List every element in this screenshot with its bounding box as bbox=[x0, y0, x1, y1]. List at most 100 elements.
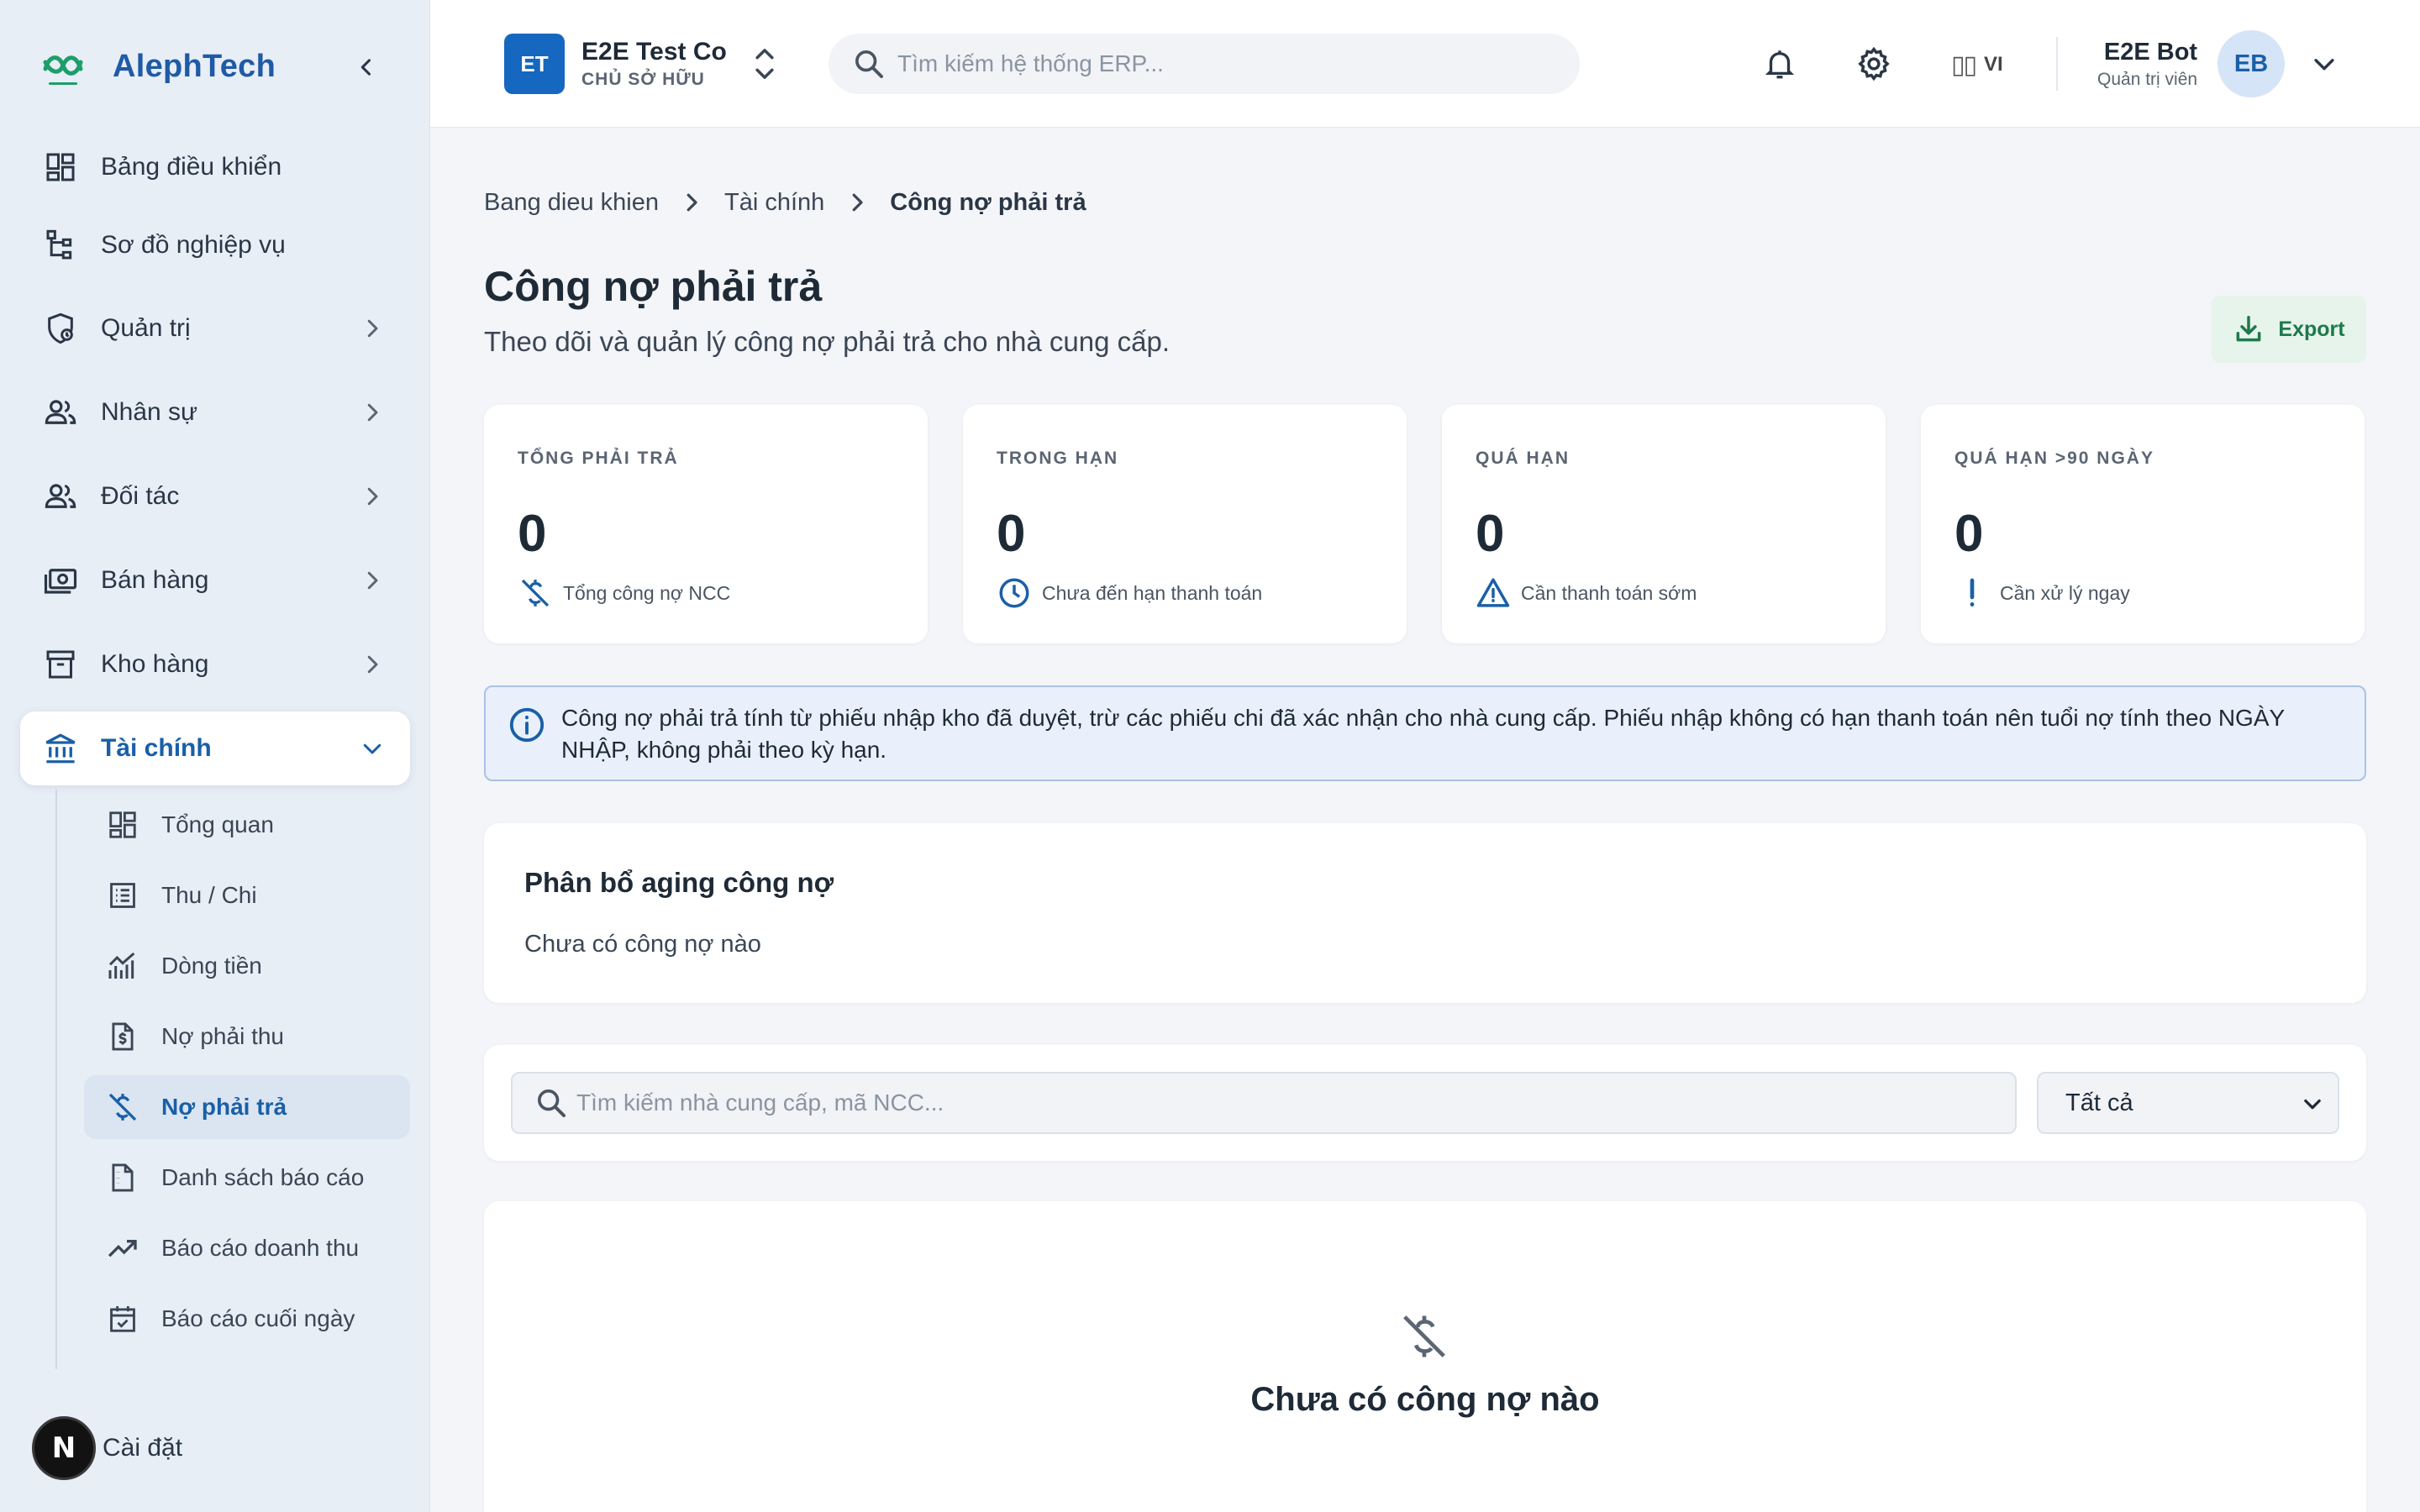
chevron-right-icon bbox=[852, 193, 863, 212]
stat-card-total-payable: TỔNG PHẢI TRẢ 0 Tổng công nợ NCC bbox=[484, 405, 928, 643]
export-label: Export bbox=[2278, 317, 2345, 341]
sidebar-subitem-overview[interactable]: Tổng quan bbox=[84, 793, 410, 857]
chevron-right-icon bbox=[367, 403, 378, 422]
page-title: Công nợ phải trả bbox=[484, 263, 823, 310]
bell-icon bbox=[1765, 50, 1795, 79]
money-off-icon bbox=[104, 1089, 141, 1126]
empty-state-title: Chưa có công nợ nào bbox=[1250, 1381, 1600, 1418]
sidebar-item-label: Bảng điều khiển bbox=[101, 153, 282, 181]
search-icon bbox=[855, 50, 883, 78]
gear-icon bbox=[1858, 46, 1890, 81]
trending-up-icon bbox=[104, 1230, 141, 1267]
sidebar-item-label: Kho hàng bbox=[101, 650, 209, 678]
stat-value: 0 bbox=[1954, 505, 1984, 563]
sidebar-item-label: Tài chính bbox=[101, 734, 212, 762]
stat-card-in-term: TRONG HẠN 0 Chưa đến hạn thanh toán bbox=[963, 405, 1407, 643]
archive-icon bbox=[40, 644, 81, 685]
supplier-search[interactable] bbox=[511, 1072, 2017, 1134]
breadcrumb: Bang dieu khien Tài chính Công nợ phải t… bbox=[484, 183, 1086, 222]
stat-label: TỔNG PHẢI TRẢ bbox=[518, 449, 679, 468]
bank-icon bbox=[40, 728, 81, 769]
sidebar-subitem-label: Báo cáo doanh thu bbox=[161, 1235, 360, 1261]
language-switcher[interactable]: ▯▯ VI bbox=[1951, 45, 2003, 84]
sidebar-subitem-receivables[interactable]: Nợ phải thu bbox=[84, 1005, 410, 1068]
company-switcher[interactable]: ET E2E Test Co CHỦ SỞ HỮU bbox=[504, 34, 777, 94]
sidebar-settings[interactable]: N Cài đặt bbox=[32, 1416, 182, 1480]
empty-state-card: Chưa có công nợ nào bbox=[484, 1201, 2366, 1512]
sidebar-item-dashboard[interactable]: Bảng điều khiển bbox=[20, 130, 410, 204]
stat-card-overdue-90: QUÁ HẠN >90 NGÀY 0 Cần xử lý ngay bbox=[1921, 405, 2365, 643]
sidebar-item-label: Sơ đồ nghiệp vụ bbox=[101, 231, 286, 259]
global-search[interactable] bbox=[829, 34, 1580, 94]
sidebar-item-business-map[interactable]: Sơ đồ nghiệp vụ bbox=[20, 208, 410, 282]
user-menu[interactable]: E2E Bot Quản trị viên EB bbox=[2097, 30, 2338, 97]
exclamation-icon bbox=[1954, 575, 1990, 611]
company-name: E2E Test Co bbox=[581, 38, 727, 66]
status-select[interactable]: Tất cả bbox=[2037, 1072, 2339, 1134]
stat-note: Tổng công nợ NCC bbox=[563, 581, 731, 604]
warning-icon bbox=[1476, 575, 1511, 611]
user-role: Quản trị viên bbox=[2097, 69, 2198, 89]
info-text: Công nợ phải trả tính từ phiếu nhập kho … bbox=[561, 705, 2285, 763]
collapse-sidebar-button[interactable] bbox=[350, 47, 383, 87]
brand[interactable]: AlephTech bbox=[40, 40, 276, 92]
chevron-left-icon bbox=[360, 59, 371, 76]
admin-shield-icon bbox=[40, 308, 81, 349]
sidebar-subitem-payables[interactable]: Nợ phải trả bbox=[84, 1075, 410, 1139]
alephtech-logo-icon bbox=[43, 55, 83, 85]
supplier-search-input[interactable] bbox=[576, 1089, 1988, 1116]
partners-icon bbox=[40, 476, 81, 517]
sidebar-subitem-label: Thu / Chi bbox=[161, 882, 257, 908]
sidebar-item-warehouse[interactable]: Kho hàng bbox=[20, 627, 410, 701]
sidebar-item-label: Nhân sự bbox=[101, 398, 198, 426]
sidebar-item-label: Bán hàng bbox=[101, 566, 209, 594]
chevron-right-icon bbox=[367, 655, 378, 674]
breadcrumb-link-dashboard[interactable]: Bang dieu khien bbox=[484, 189, 659, 217]
user-name: E2E Bot bbox=[2103, 38, 2198, 66]
report-icon bbox=[104, 1159, 141, 1196]
chevron-right-icon bbox=[367, 319, 378, 338]
chevron-right-icon bbox=[367, 487, 378, 506]
global-search-input[interactable] bbox=[897, 50, 1553, 77]
sidebar-subitem-label: Nợ phải trả bbox=[161, 1094, 287, 1120]
search-icon bbox=[538, 1089, 566, 1117]
download-icon bbox=[2236, 316, 2261, 342]
ledger-icon bbox=[104, 877, 141, 914]
status-select-value: Tất cả bbox=[2065, 1089, 2133, 1116]
sidebar-subitem-label: Tổng quan bbox=[161, 811, 274, 837]
chart-line-icon bbox=[104, 948, 141, 984]
calendar-check-icon bbox=[104, 1300, 141, 1337]
export-button[interactable]: Export bbox=[2212, 296, 2366, 363]
sidebar-item-partners[interactable]: Đối tác bbox=[20, 459, 410, 533]
sidebar-subitem-revenue-report[interactable]: Báo cáo doanh thu bbox=[84, 1216, 410, 1280]
chevron-down-icon bbox=[2304, 1099, 2321, 1110]
brand-name: AlephTech bbox=[113, 48, 276, 84]
stat-card-overdue: QUÁ HẠN 0 Cần thanh toán sớm bbox=[1442, 405, 1886, 643]
app-badge[interactable]: N bbox=[32, 1416, 96, 1480]
sidebar-subitem-end-of-day-report[interactable]: Báo cáo cuối ngày bbox=[84, 1287, 410, 1351]
settings-button[interactable] bbox=[1854, 44, 1894, 84]
people-icon bbox=[40, 392, 81, 433]
notifications-button[interactable] bbox=[1760, 44, 1800, 84]
stat-note: Cần thanh toán sớm bbox=[1521, 581, 1697, 604]
sidebar-item-admin[interactable]: Quản trị bbox=[20, 291, 410, 365]
clock-icon bbox=[997, 575, 1032, 611]
sidebar: AlephTech Bảng điều khiển Sơ đồ nghiệp v… bbox=[0, 0, 430, 1512]
sidebar-item-finance[interactable]: Tài chính bbox=[20, 711, 410, 785]
language-code: VI bbox=[1984, 53, 2003, 76]
breadcrumb-link-finance[interactable]: Tài chính bbox=[724, 189, 824, 217]
company-role: CHỦ SỞ HỮU bbox=[581, 70, 705, 89]
sidebar-item-hr[interactable]: Nhân sự bbox=[20, 375, 410, 449]
invoice-dollar-icon bbox=[104, 1018, 141, 1055]
sidebar-subitem-report-list[interactable]: Danh sách báo cáo bbox=[84, 1146, 410, 1210]
chevron-down-icon bbox=[2314, 59, 2334, 71]
chevron-up-down-icon bbox=[755, 49, 774, 79]
avatar[interactable]: EB bbox=[2217, 30, 2286, 97]
stat-value: 0 bbox=[997, 505, 1026, 563]
sidebar-subitem-label: Danh sách báo cáo bbox=[161, 1164, 365, 1190]
chevron-right-icon bbox=[367, 571, 378, 590]
sidebar-subitem-cashflow[interactable]: Dòng tiền bbox=[84, 934, 410, 998]
sidebar-item-sales[interactable]: Bán hàng bbox=[20, 543, 410, 617]
sidebar-subitem-income-expense[interactable]: Thu / Chi bbox=[84, 864, 410, 927]
settings-label: Cài đặt bbox=[103, 1434, 183, 1462]
